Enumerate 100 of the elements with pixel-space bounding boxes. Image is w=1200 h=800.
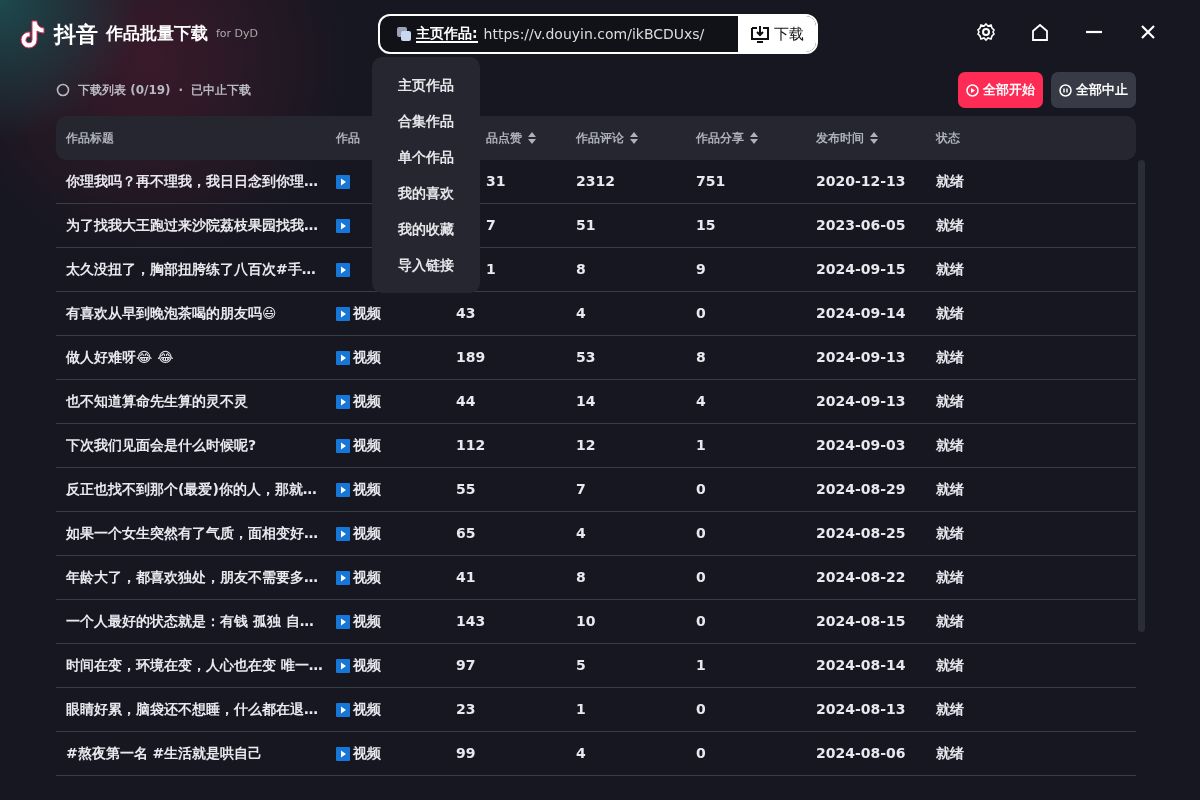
stop-all-button[interactable]: 全部中止 [1051, 72, 1136, 108]
download-list-count: 下载列表 (0/19) [78, 82, 171, 99]
title-cell: 做人好难呀😂 😂 [66, 349, 174, 365]
status-cell: 就绪 [936, 393, 964, 409]
type-cell-text: 视频 [353, 744, 381, 763]
start-all-button[interactable]: 全部开始 [958, 72, 1043, 108]
date-cell: 2024-08-22 [816, 569, 906, 585]
separator-dot: · [178, 82, 184, 99]
likes-cell: 7 [486, 217, 496, 233]
menu-item[interactable]: 合集作品 [372, 103, 480, 139]
column-header[interactable]: 品点赞 [486, 129, 576, 147]
column-header[interactable]: 作品分享 [696, 129, 816, 147]
status-cell: 就绪 [936, 657, 964, 673]
status-cell: 就绪 [936, 701, 964, 717]
column-header[interactable]: 发布时间 [816, 129, 936, 147]
type-cell-text: 视频 [353, 480, 381, 499]
likes-cell: 41 [456, 569, 476, 585]
status-cell: 就绪 [936, 173, 964, 189]
shares-cell: 0 [696, 745, 706, 761]
play-icon [336, 262, 350, 277]
menu-item[interactable]: 单个作品 [372, 139, 480, 175]
date-cell: 2024-08-14 [816, 657, 906, 673]
likes-cell: 31 [486, 173, 506, 189]
date-cell: 2024-08-13 [816, 701, 906, 717]
date-cell: 2024-09-03 [816, 437, 906, 453]
shares-cell: 15 [696, 217, 716, 233]
column-header[interactable]: 作品评论 [576, 129, 696, 147]
play-icon [336, 570, 350, 585]
type-cell-text: 视频 [353, 524, 381, 543]
menu-item[interactable]: 我的喜欢 [372, 175, 480, 211]
likes-cell: 1 [486, 261, 496, 277]
app-subtitle: for DyD [216, 25, 259, 42]
download-button[interactable]: 下载 [738, 16, 816, 52]
likes-cell: 23 [456, 701, 476, 717]
comments-cell: 10 [576, 613, 596, 629]
play-icon [336, 438, 350, 453]
type-cell-text: 视频 [353, 700, 381, 719]
play-icon [336, 526, 350, 541]
comments-cell: 7 [576, 481, 586, 497]
play-icon [336, 658, 350, 673]
status-cell: 就绪 [936, 305, 964, 321]
date-cell: 2024-09-15 [816, 261, 906, 277]
status-cell: 就绪 [936, 481, 964, 497]
play-icon [336, 746, 350, 761]
status-cell: 就绪 [936, 261, 964, 277]
url-input-field[interactable]: 主页作品: https://v.douyin.com/ikBCDUxs/ 下载 [378, 14, 818, 54]
date-cell: 2024-08-29 [816, 481, 906, 497]
shares-cell: 9 [696, 261, 706, 277]
shares-cell: 0 [696, 481, 706, 497]
title-cell: 下次我们见面会是什么时候呢? [66, 437, 257, 453]
comments-cell: 4 [576, 305, 586, 321]
sort-icon [527, 132, 537, 144]
settings-icon[interactable] [976, 22, 996, 42]
title-cell: 年龄大了，都喜欢独处，朋友不需要多… [66, 569, 318, 585]
mode-label[interactable]: 主页作品: [416, 24, 478, 44]
status-cell: 就绪 [936, 745, 964, 761]
date-cell: 2024-09-13 [816, 393, 906, 409]
type-cell-text: 视频 [353, 612, 381, 631]
title-cell: 一个人最好的状态就是：有钱 孤独 自… [66, 613, 314, 629]
column-header: 作品 [336, 130, 361, 147]
type-cell-text: 视频 [353, 656, 381, 675]
home-icon[interactable] [1030, 22, 1050, 42]
shares-cell: 0 [696, 701, 706, 717]
status-cell: 就绪 [936, 525, 964, 541]
menu-item[interactable]: 主页作品 [372, 67, 480, 103]
likes-cell: 55 [456, 481, 476, 497]
likes-cell: 97 [456, 657, 476, 673]
menu-item[interactable]: 我的收藏 [372, 211, 480, 247]
comments-cell: 5 [576, 657, 586, 673]
comments-cell: 1 [576, 701, 586, 717]
play-icon [336, 350, 350, 365]
column-header: 作品标题 [66, 130, 115, 147]
title-cell: 为了找我大王跑过来沙院荔枝果园找我… [66, 217, 318, 233]
comments-cell: 4 [576, 745, 586, 761]
comments-cell: 4 [576, 525, 586, 541]
likes-cell: 99 [456, 745, 476, 761]
date-cell: 2023-06-05 [816, 217, 906, 233]
likes-cell: 44 [456, 393, 476, 409]
shares-cell: 8 [696, 349, 706, 365]
status-cell: 就绪 [936, 437, 964, 453]
type-cell-text: 视频 [353, 392, 381, 411]
shares-cell: 1 [696, 437, 706, 453]
title-cell: #熬夜第一名 #生活就是哄自己 [66, 745, 263, 761]
title-cell: 如果一个女生突然有了气质，面相变好… [66, 525, 318, 541]
date-cell: 2024-08-25 [816, 525, 906, 541]
date-cell: 2024-08-15 [816, 613, 906, 629]
likes-cell: 143 [456, 613, 486, 629]
title-cell: 眼睛好累，脑袋还不想睡，什么都在退… [66, 701, 318, 717]
comments-cell: 53 [576, 349, 596, 365]
status-cell: 就绪 [936, 613, 964, 629]
likes-cell: 189 [456, 349, 486, 365]
sort-icon [629, 132, 639, 144]
comments-cell: 8 [576, 569, 586, 585]
comments-cell: 8 [576, 261, 586, 277]
comments-cell: 14 [576, 393, 596, 409]
sort-icon [749, 132, 759, 144]
type-cell-text: 视频 [353, 568, 381, 587]
menu-item[interactable]: 导入链接 [372, 247, 480, 283]
type-cell-text: 视频 [353, 436, 381, 455]
play-icon [336, 394, 350, 409]
